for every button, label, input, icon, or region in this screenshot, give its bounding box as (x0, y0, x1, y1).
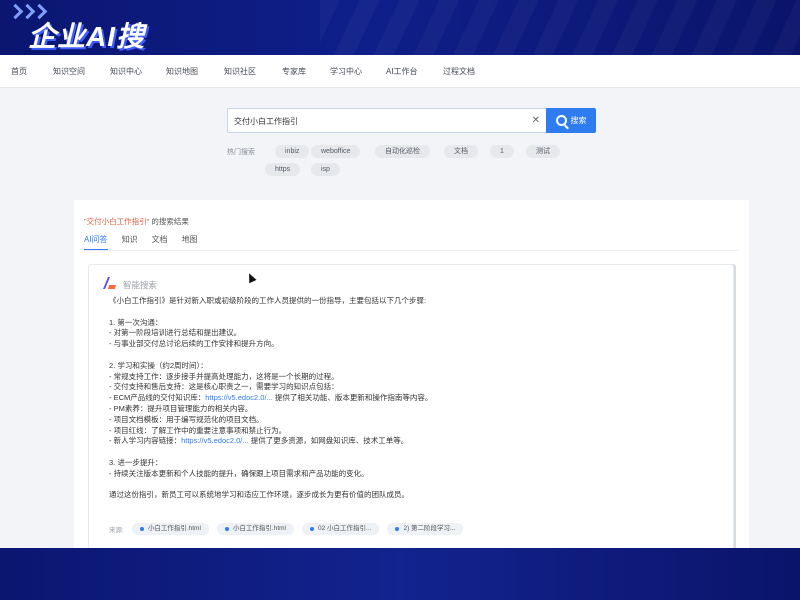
answer-line: 2. 学习和实操（约2周时间）： (109, 361, 719, 372)
nav-item-home[interactable]: 首页 (11, 66, 27, 77)
clear-icon[interactable]: ✕ (532, 115, 540, 127)
answer-line: 《小白工作指引》是针对新入职或初级阶段的工作人员提供的一份指导，主要包括以下几个… (109, 296, 719, 307)
nav-item-expert-library[interactable]: 专家库 (282, 66, 306, 77)
answer-text: - 与事业部交付总讨论后续的工作安排和提升方向。 (109, 339, 279, 349)
answer-text: - 交付支持和售后支持：这是核心职责之一，需要学习的知识点包括： (109, 382, 339, 392)
source-chip-label: 2) 第二阶段学习... (403, 525, 456, 532)
nav-item-knowledge-map[interactable]: 知识地图 (166, 66, 198, 77)
tab-ai-qa[interactable]: AI问答 (84, 234, 108, 251)
hot-search-label: 热门搜索 (227, 149, 255, 156)
search-button-label: 搜索 (570, 116, 587, 125)
ai-answer-text: 《小白工作指引》是针对新入职或初级阶段的工作人员提供的一份指导，主要包括以下几个… (109, 296, 719, 501)
answer-text: - 项目文档模板：用于编写规范化的项目文档。 (109, 414, 264, 424)
nav-item-process-docs[interactable]: 过程文档 (443, 66, 475, 77)
hot-tag[interactable]: isp (311, 163, 340, 176)
hot-tag[interactable]: 测试 (526, 145, 560, 158)
answer-text: - 常规支持工作：逐步接手并提高处理能力，这将是一个长期的过程。 (109, 371, 339, 381)
results-query: "交付小白工作指引" (84, 217, 150, 226)
ai-name: 智能搜索 (123, 280, 158, 290)
source-chip[interactable]: 2) 第二阶段学习... (387, 523, 464, 535)
sources-row: 来源: 小白工作指引.html 小白工作指引.html 02 小白工作指引...… (109, 523, 464, 535)
hot-tag[interactable]: 文档 (444, 145, 478, 158)
doc-icon (139, 527, 144, 531)
answer-line: - 常规支持工作：逐步接手并提高处理能力，这将是一个长期的过程。 (109, 372, 719, 383)
answer-line: - PM素养：提升项目管理能力的相关内容。 (109, 404, 719, 415)
answer-line: - 项目文档模板：用于编写规范化的项目文档。 (109, 415, 719, 426)
nav-item-learning-center[interactable]: 学习中心 (330, 66, 362, 77)
answer-text: 《小白工作指引》是针对新入职或初级阶段的工作人员提供的一份指导，主要包括以下几个… (109, 296, 427, 305)
answer-line: 1. 第一次沟通： (109, 318, 719, 329)
answer-line: - 持续关注版本更新和个人技能的提升，确保跟上项目需求和产品功能的变化。 (109, 469, 719, 480)
answer-line: - ECM产品线的交付知识库：https://v5.edoc2.0/... 提供… (109, 393, 719, 404)
hot-tag[interactable]: inbiz (275, 145, 310, 158)
answer-text: 1. 第一次沟通： (109, 317, 163, 327)
answer-line: 3. 进一步提升： (109, 458, 719, 469)
banner-stripes (320, 0, 800, 55)
ai-logo-icon (103, 277, 116, 289)
nav-item-ai-workbench[interactable]: AI工作台 (386, 66, 418, 77)
source-chip[interactable]: 小白工作指引.html (131, 523, 209, 535)
ai-answer-panel: 智能搜索 《小白工作指引》是针对新入职或初级阶段的工作人员提供的一份指导，主要包… (88, 264, 734, 548)
top-nav: 首页 知识空间 知识中心 知识地图 知识社区 专家库 学习中心 AI工作台 过程… (0, 55, 800, 88)
answer-line: - 与事业部交付总讨论后续的工作安排和提升方向。 (109, 339, 719, 350)
search-button[interactable]: 搜索 (546, 108, 596, 133)
results-tabs: AI问答 知识 文档 地图 (84, 234, 198, 251)
answer-text: 2. 学习和实操（约2周时间）： (109, 360, 208, 370)
hot-tag[interactable]: 自动化巡检 (375, 145, 430, 158)
source-chip-label: 02 小白工作指引... (318, 525, 372, 532)
answer-line: 通过这份指引，新员工可以系统地学习和适应工作环境，逐步成长为更有价值的团队成员。 (109, 490, 719, 501)
answer-text: 提供了相关功能、版本更新和操作指南等内容。 (272, 393, 433, 403)
source-chip[interactable]: 小白工作指引.html (216, 523, 294, 535)
sources-label: 来源: (109, 527, 124, 534)
answer-line: - 交付支持和售后支持：这是核心职责之一，需要学习的知识点包括： (109, 382, 719, 393)
results-title: "交付小白工作指引" 的搜索结果 (84, 216, 189, 227)
search-input[interactable] (234, 113, 524, 129)
source-chip[interactable]: 02 小白工作指引... (302, 523, 380, 535)
search-icon (555, 115, 567, 126)
answer-text: - 持续关注版本更新和个人技能的提升，确保跟上项目需求和产品功能的变化。 (109, 468, 369, 478)
answer-line: - 对第一阶段培训进行总结和提出建议。 (109, 328, 719, 339)
answer-text: - 新人学习内容链接： (109, 436, 182, 446)
tab-map[interactable]: 地图 (182, 234, 198, 251)
results-suffix: 的搜索结果 (149, 217, 189, 226)
answer-text: 3. 进一步提升： (109, 457, 163, 467)
answer-text: 通过这份指引，新员工可以系统地学习和适应工作环境，逐步成长为更有价值的团队成员。 (109, 490, 409, 500)
footer-banner (0, 548, 800, 600)
hot-tag[interactable]: 1 (490, 145, 514, 158)
answer-text: - ECM产品线的交付知识库： (109, 393, 206, 403)
doc-icon (310, 527, 314, 531)
tabs-divider (84, 250, 739, 251)
source-chip-label: 小白工作指引.html (232, 525, 286, 532)
brand-title: 企业AI搜 (28, 21, 146, 52)
doc-icon (395, 527, 400, 531)
doc-icon (224, 527, 229, 531)
results-card: "交付小白工作指引" 的搜索结果 AI问答 知识 文档 地图 智能搜索 《小白工… (74, 200, 749, 548)
search-box: ✕ (227, 108, 547, 133)
answer-link[interactable]: https://v5.edoc2.0/... (181, 436, 249, 445)
answer-line: - 新人学习内容链接：https://v5.edoc2.0/... 提供了更多资… (109, 436, 719, 447)
hot-tag[interactable]: https (265, 163, 301, 176)
answer-line: - 项目红线：了解工作中的重要注意事项和禁止行为。 (109, 426, 719, 437)
tab-knowledge[interactable]: 知识 (122, 234, 138, 251)
hot-tag[interactable]: weboffice (311, 145, 361, 158)
tab-documents[interactable]: 文档 (152, 234, 168, 251)
answer-text: - PM素养：提升项目管理能力的相关内容。 (109, 403, 253, 413)
nav-item-knowledge-community[interactable]: 知识社区 (224, 66, 256, 77)
main-page: 首页 知识空间 知识中心 知识地图 知识社区 专家库 学习中心 AI工作台 过程… (0, 55, 800, 548)
answer-text: - 项目红线：了解工作中的重要注意事项和禁止行为。 (109, 425, 287, 435)
source-chip-label: 小白工作指引.html (147, 525, 201, 532)
header-banner: 企业AI搜 (0, 0, 800, 55)
nav-item-knowledge-space[interactable]: 知识空间 (53, 66, 85, 77)
nav-item-knowledge-center[interactable]: 知识中心 (110, 66, 142, 77)
answer-text: 提供了更多资源，如网盘知识库、技术工单等。 (248, 436, 409, 446)
answer-text: - 对第一阶段培训进行总结和提出建议。 (109, 328, 242, 338)
answer-link[interactable]: https://v5.edoc2.0/... (205, 393, 273, 402)
